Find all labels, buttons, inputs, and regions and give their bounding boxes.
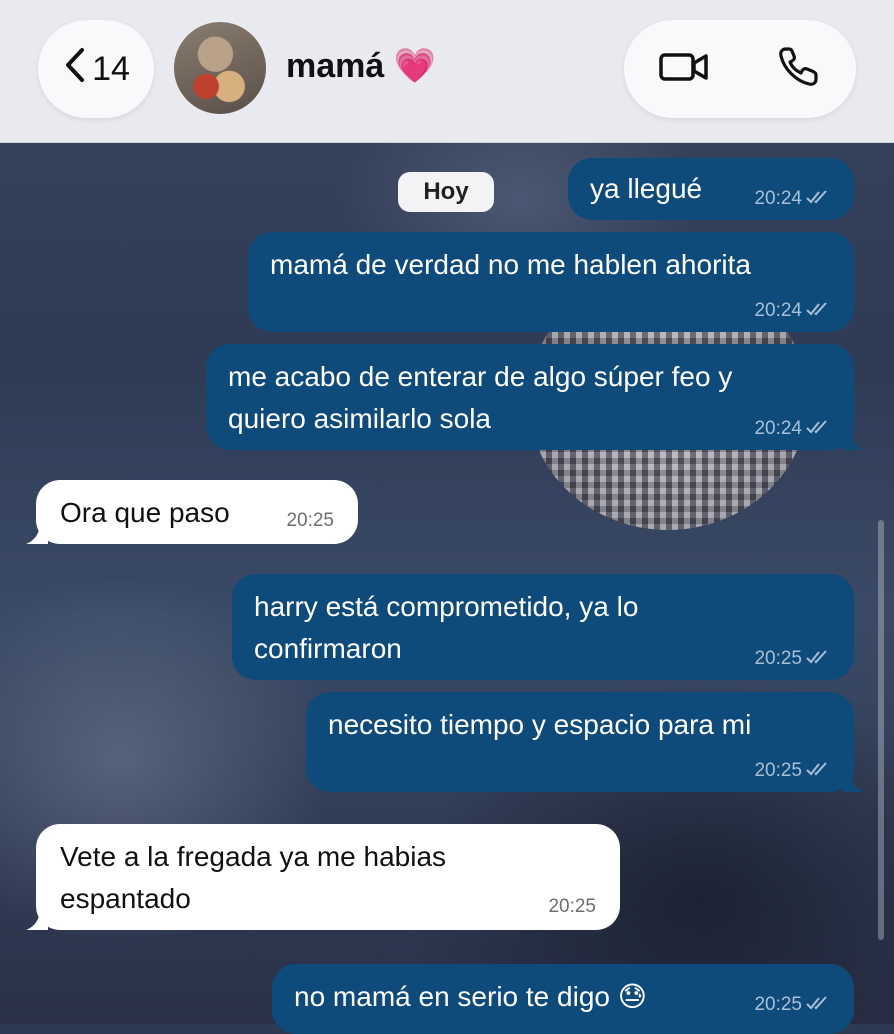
message-meta: 20:24: [754, 188, 830, 210]
double-check-icon: [806, 188, 830, 210]
message-text: no mamá en serio te digo 😓: [294, 981, 647, 1012]
unread-count: 14: [92, 49, 130, 88]
date-chip: Hoy: [398, 172, 494, 212]
message-outgoing[interactable]: harry está comprometido, ya lo confirmar…: [232, 574, 854, 680]
double-check-icon: [806, 300, 830, 322]
avatar[interactable]: [174, 22, 266, 114]
message-outgoing[interactable]: ya llegué 20:24: [568, 158, 854, 220]
double-check-icon: [806, 648, 830, 670]
message-text: me acabo de enterar de algo súper feo y: [228, 361, 733, 392]
message-time: 20:24: [754, 418, 802, 439]
double-check-icon: [806, 760, 830, 782]
message-text: espantado: [60, 883, 191, 914]
scrollbar[interactable]: [878, 520, 884, 940]
message-text: Vete a la fregada ya me habias: [60, 841, 447, 872]
message-text: Ora que paso: [60, 497, 230, 528]
message-meta: 20:24: [754, 418, 830, 440]
message-outgoing[interactable]: necesito tiempo y espacio para mi 20:25: [306, 692, 864, 792]
message-text: mamá de verdad no me hablen ahorita: [270, 249, 751, 280]
message-time: 20:24: [754, 300, 802, 321]
double-check-icon: [806, 994, 830, 1016]
message-text: necesito tiempo y espacio para mi: [328, 709, 752, 740]
message-text: ya llegué: [590, 173, 703, 204]
message-meta: 20:24: [754, 300, 830, 322]
bubble-tail: [842, 428, 864, 450]
voice-call-button[interactable]: [770, 44, 826, 94]
message-text: confirmaron: [254, 633, 402, 664]
message-text: quiero asimilarlo sola: [228, 403, 492, 434]
message-meta: 20:25: [754, 648, 830, 670]
message-outgoing[interactable]: mamá de verdad no me hablen ahorita 20:2…: [248, 232, 854, 332]
phone-icon: [776, 45, 820, 94]
message-meta: 20:25: [548, 896, 596, 918]
contact-name[interactable]: mamá 💗: [286, 46, 436, 86]
message-incoming[interactable]: Vete a la fregada ya me habias espantado…: [26, 824, 620, 930]
bubble-tail: [26, 522, 48, 544]
back-button[interactable]: 14: [38, 20, 154, 118]
message-time: 20:25: [754, 648, 802, 669]
chat-header: 14 mamá 💗: [0, 0, 894, 143]
message-time: 20:25: [548, 896, 596, 917]
message-meta: 20:25: [754, 760, 830, 782]
message-time: 20:24: [754, 188, 802, 209]
bubble-tail: [26, 908, 48, 930]
double-check-icon: [806, 418, 830, 440]
message-outgoing[interactable]: me acabo de enterar de algo súper feo y …: [206, 344, 864, 450]
call-actions: [624, 20, 856, 118]
message-time: 20:25: [754, 994, 802, 1015]
bubble-tail: [842, 770, 864, 792]
message-text: harry está comprometido, ya lo: [254, 591, 639, 622]
message-meta: 20:25: [754, 994, 830, 1016]
message-incoming[interactable]: Ora que paso 20:25: [26, 480, 358, 544]
message-time: 20:25: [754, 760, 802, 781]
chevron-left-icon: [62, 46, 88, 93]
video-camera-icon: [658, 49, 710, 90]
message-meta: 20:25: [286, 510, 334, 532]
video-call-button[interactable]: [656, 44, 712, 94]
message-time: 20:25: [286, 510, 334, 531]
